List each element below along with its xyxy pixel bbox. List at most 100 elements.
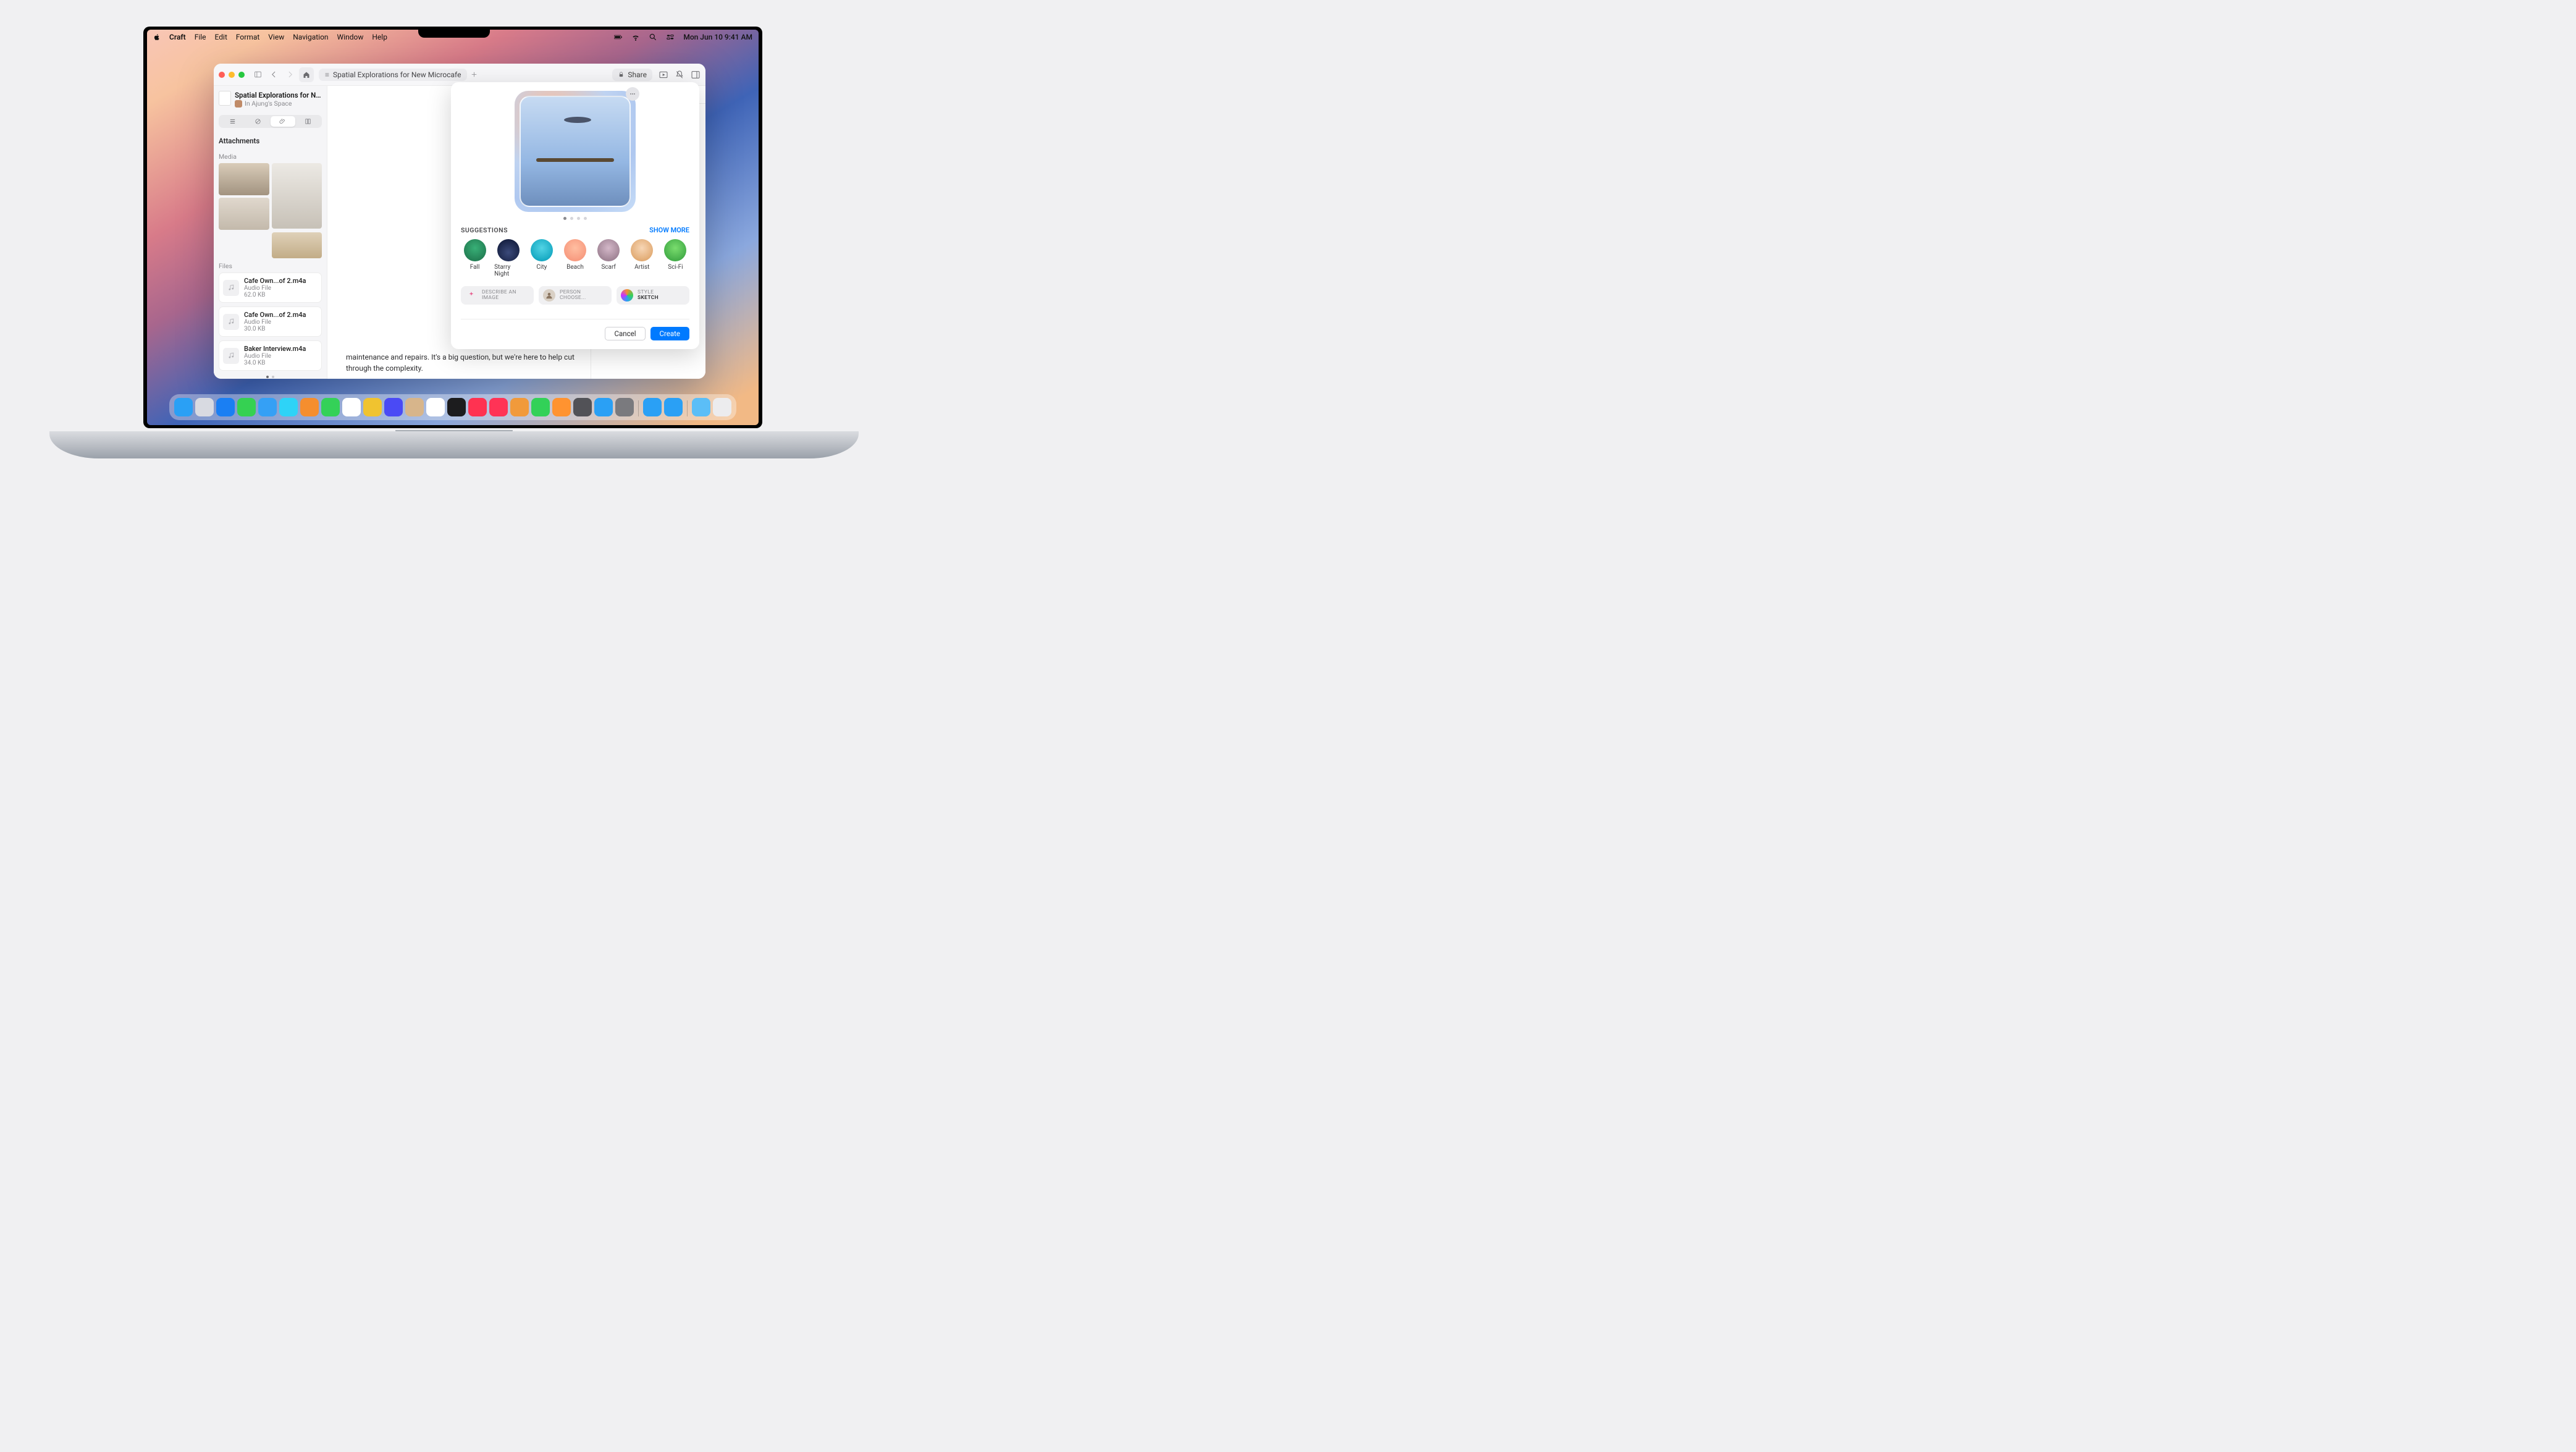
sidebar-toggle-button[interactable] — [251, 68, 264, 82]
notifications-off-icon[interactable] — [675, 70, 684, 80]
menubar-item-navigation[interactable]: Navigation — [293, 33, 328, 41]
attachments-heading: Attachments — [219, 137, 322, 145]
media-thumbnail[interactable] — [219, 198, 269, 230]
dock-app[interactable] — [237, 398, 256, 416]
dock-app[interactable] — [692, 398, 710, 416]
spotlight-icon[interactable] — [649, 33, 657, 41]
generated-image-preview[interactable] — [515, 91, 636, 212]
file-type: Audio File — [244, 353, 306, 360]
nav-forward-button[interactable] — [283, 68, 297, 82]
suggestion-artist[interactable]: Artist — [628, 239, 656, 277]
share-button[interactable]: Share — [612, 69, 652, 81]
sidebar-pager[interactable] — [219, 376, 322, 378]
document-title: Spatial Explorations for New Microcafe — [333, 70, 461, 79]
doc-marker-icon: ≡ — [325, 70, 329, 79]
dock-app[interactable] — [664, 398, 683, 416]
play-button[interactable] — [659, 70, 668, 80]
create-button[interactable]: Create — [650, 327, 690, 340]
audio-file-icon — [223, 348, 239, 364]
dock-app[interactable] — [174, 398, 193, 416]
dock-app[interactable] — [594, 398, 613, 416]
dock-app[interactable] — [552, 398, 571, 416]
dock-app[interactable] — [531, 398, 550, 416]
editor-area[interactable]: maintenance and repairs. It's a big ques… — [327, 86, 591, 379]
dock-app[interactable] — [279, 398, 298, 416]
macos-dock[interactable] — [169, 394, 736, 420]
person-chip[interactable]: PERSONCHOOSE... — [539, 286, 612, 305]
dock-app[interactable] — [713, 398, 731, 416]
add-tab-button[interactable] — [467, 68, 481, 82]
share-label: Share — [628, 70, 647, 79]
image-carousel-dots[interactable] — [461, 217, 689, 220]
home-button[interactable] — [299, 67, 314, 82]
suggestion-beach[interactable]: Beach — [561, 239, 589, 277]
file-name: Cafe Own...of 2.m4a — [244, 277, 306, 285]
suggestion-city[interactable]: City — [528, 239, 555, 277]
suggestion-scarf[interactable]: Scarf — [595, 239, 623, 277]
image-more-button[interactable] — [626, 87, 639, 101]
menubar-item-edit[interactable]: Edit — [215, 33, 227, 41]
traffic-lights[interactable] — [219, 72, 245, 78]
dock-app[interactable] — [510, 398, 529, 416]
suggestion-scifi[interactable]: Sci-Fi — [662, 239, 689, 277]
dock-app[interactable] — [195, 398, 214, 416]
seg-attachments-icon[interactable] — [271, 116, 296, 127]
dock-app[interactable] — [573, 398, 592, 416]
sidebar-view-segmented[interactable] — [219, 115, 322, 128]
cancel-button[interactable]: Cancel — [605, 327, 645, 340]
menubar-clock[interactable]: Mon Jun 10 9:41 AM — [683, 33, 752, 41]
dock-app[interactable] — [258, 398, 277, 416]
dock-app[interactable] — [447, 398, 466, 416]
seg-nolink-icon[interactable] — [245, 116, 271, 127]
file-row[interactable]: Cafe Own...of 2.m4a Audio File 62.0 KB — [219, 272, 322, 303]
seg-list-icon[interactable] — [220, 116, 245, 127]
show-more-button[interactable]: SHOW MORE — [649, 226, 689, 234]
media-thumbnail[interactable] — [272, 163, 322, 229]
audio-file-icon — [223, 280, 239, 296]
battery-icon[interactable] — [614, 33, 623, 41]
dock-app[interactable] — [321, 398, 340, 416]
dock-app[interactable] — [342, 398, 361, 416]
document-title-pill[interactable]: ≡ Spatial Explorations for New Microcafe — [319, 69, 467, 81]
menubar-item-view[interactable]: View — [268, 33, 284, 41]
suggestion-starry-night[interactable]: Starry Night — [494, 239, 522, 277]
dock-app[interactable] — [405, 398, 424, 416]
menubar-item-window[interactable]: Window — [337, 33, 364, 41]
dock-app[interactable] — [300, 398, 319, 416]
menubar-item-help[interactable]: Help — [372, 33, 387, 41]
dock-app[interactable] — [643, 398, 662, 416]
inspector-toggle-icon[interactable] — [691, 70, 701, 80]
dock-app[interactable] — [426, 398, 445, 416]
menubar-app-name[interactable]: Craft — [169, 33, 186, 41]
control-center-icon[interactable] — [666, 33, 675, 41]
media-thumbnail[interactable] — [219, 163, 269, 195]
dock-app[interactable] — [615, 398, 634, 416]
dock-app[interactable] — [468, 398, 487, 416]
lock-icon — [618, 71, 625, 78]
menubar-item-format[interactable]: Format — [236, 33, 259, 41]
dock-app[interactable] — [384, 398, 403, 416]
suggestions-row: Fall Starry Night City Beach Scarf Artis… — [461, 239, 689, 277]
seg-layout-icon[interactable] — [295, 116, 321, 127]
file-row[interactable]: Cafe Own...of 2.m4a Audio File 30.0 KB — [219, 306, 322, 337]
suggestion-fall[interactable]: Fall — [461, 239, 489, 277]
craft-window: ≡ Spatial Explorations for New Microcafe… — [214, 64, 705, 379]
dock-app[interactable] — [363, 398, 382, 416]
sidebar: Spatial Explorations for New Micr... In … — [214, 86, 327, 379]
dock-app[interactable] — [489, 398, 508, 416]
dock-app[interactable] — [216, 398, 235, 416]
sidebar-doc-space[interactable]: In Ajung's Space — [235, 99, 322, 108]
space-avatar — [235, 100, 242, 108]
document-body-text[interactable]: maintenance and repairs. It's a big ques… — [346, 352, 578, 374]
laptop-base — [49, 431, 859, 458]
style-chip[interactable]: STYLESKETCH — [617, 286, 689, 305]
file-row[interactable]: Baker Interview.m4a Audio File 34.0 KB — [219, 340, 322, 371]
media-label: Media — [219, 153, 322, 161]
wifi-icon[interactable] — [631, 33, 640, 41]
person-icon — [543, 289, 555, 302]
describe-image-chip[interactable]: DESCRIBE ANIMAGE — [461, 286, 534, 305]
file-name: Cafe Own...of 2.m4a — [244, 311, 306, 319]
media-thumbnail[interactable] — [272, 232, 322, 258]
menubar-item-file[interactable]: File — [195, 33, 206, 41]
nav-back-button[interactable] — [267, 68, 280, 82]
